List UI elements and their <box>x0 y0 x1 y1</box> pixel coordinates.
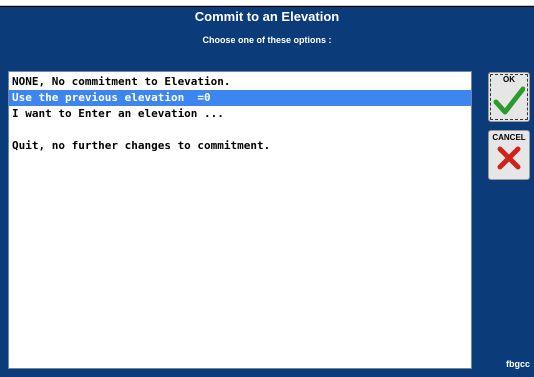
checkmark-icon <box>493 86 525 115</box>
commit-elevation-dialog: Commit to an Elevation Choose one of the… <box>0 6 534 377</box>
option-none[interactable]: NONE, No commitment to Elevation. <box>9 74 471 90</box>
cancel-button[interactable]: CANCEL <box>488 130 530 180</box>
ok-button-label: OK <box>503 75 515 84</box>
option-quit[interactable]: Quit, no further changes to commitment. <box>9 138 471 154</box>
option-blank <box>9 122 471 138</box>
close-x-icon <box>497 146 521 170</box>
footer-label: fbgcc <box>506 359 531 369</box>
cancel-button-label: CANCEL <box>492 133 526 142</box>
dialog-subtitle: Choose one of these options : <box>202 35 332 45</box>
options-list[interactable]: NONE, No commitment to Elevation. Use th… <box>8 71 472 369</box>
option-use-previous-elevation[interactable]: Use the previous elevation =0 <box>9 90 471 106</box>
dialog-title: Commit to an Elevation <box>194 9 340 24</box>
ok-button[interactable]: OK <box>488 72 530 122</box>
option-enter-elevation[interactable]: I want to Enter an elevation ... <box>9 106 471 122</box>
